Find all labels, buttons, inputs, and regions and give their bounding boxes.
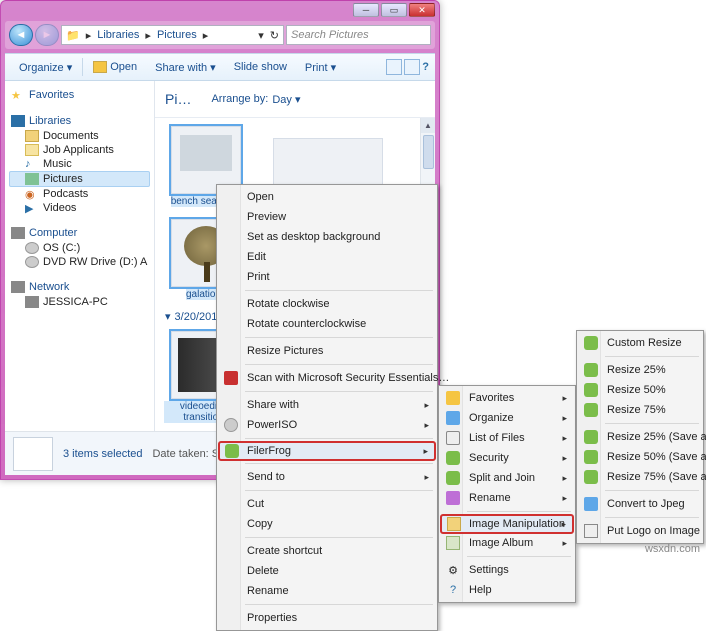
menu-put-logo[interactable]: Put Logo on Image (579, 521, 701, 541)
arrange-value[interactable]: Day ▾ (272, 93, 300, 106)
libraries-group[interactable]: Libraries (9, 113, 150, 129)
sidebar-item-osc[interactable]: OS (C:) (9, 241, 150, 255)
crumb-pictures[interactable]: Pictures (157, 29, 197, 41)
scroll-up-icon[interactable]: ▲ (421, 118, 435, 133)
menu-help[interactable]: ?Help (441, 580, 573, 600)
image-manip-submenu: Custom Resize Resize 25% Resize 50% Resi… (576, 330, 704, 544)
menu-image-manipulation[interactable]: Image Manipulation (441, 515, 573, 533)
menu-resize75[interactable]: Resize 75% (579, 400, 701, 420)
menu-print[interactable]: Print (219, 267, 435, 287)
open-button[interactable]: Open (85, 59, 145, 75)
library-title: Pi… (165, 91, 191, 107)
watermark: wsxdn.com (645, 543, 700, 555)
menu-custom-resize[interactable]: Custom Resize (579, 333, 701, 353)
menu-delete[interactable]: Delete (219, 561, 435, 581)
menu-resize50j[interactable]: Resize 50% (Save as Jpeg) (579, 447, 701, 467)
folder-icon: 📁 (66, 29, 80, 42)
menu-favorites[interactable]: Favorites (441, 388, 573, 408)
sidebar-item-jobapplicants[interactable]: Job Applicants (9, 143, 150, 157)
menu-list-of-files[interactable]: List of Files (441, 428, 573, 448)
menu-share-with[interactable]: Share with (219, 395, 435, 415)
sidebar-item-pictures[interactable]: Pictures (9, 171, 150, 187)
sidebar-item-documents[interactable]: Documents (9, 129, 150, 143)
menu-set-desktop[interactable]: Set as desktop background (219, 227, 435, 247)
share-button[interactable]: Share with ▾ (147, 59, 224, 76)
sidebar-item-music[interactable]: ♪Music (9, 157, 150, 171)
menu-security[interactable]: Security (441, 448, 573, 468)
close-button[interactable]: ✕ (409, 3, 435, 17)
view-options-icon[interactable] (386, 59, 402, 75)
sidebar-item-podcasts[interactable]: ◉Podcasts (9, 187, 150, 201)
nav-pane: ★Favorites Libraries Documents Job Appli… (5, 81, 155, 431)
refresh-icon[interactable]: ↻ (270, 29, 279, 42)
menu-convert-jpeg[interactable]: Convert to Jpeg (579, 494, 701, 514)
computer-group[interactable]: Computer (9, 225, 150, 241)
menu-image-album[interactable]: Image Album (441, 533, 573, 553)
menu-rotate-ccw[interactable]: Rotate counterclockwise (219, 314, 435, 334)
menu-resize25j[interactable]: Resize 25% (Save as Jpeg) (579, 427, 701, 447)
command-bar: Organize ▾ Open Share with ▾ Slide show … (5, 53, 435, 81)
menu-scan-mse[interactable]: Scan with Microsoft Security Essentials… (219, 368, 435, 388)
menu-open[interactable]: Open (219, 187, 435, 207)
scroll-thumb[interactable] (423, 135, 434, 169)
menu-rename2[interactable]: Rename (441, 488, 573, 508)
address-bar[interactable]: 📁 ▸ Libraries ▸ Pictures ▸ ▾ ↻ (61, 25, 284, 45)
menu-preview[interactable]: Preview (219, 207, 435, 227)
menu-create-shortcut[interactable]: Create shortcut (219, 541, 435, 561)
nav-bar: ◄ ► 📁 ▸ Libraries ▸ Pictures ▸ ▾ ↻ Searc… (5, 21, 435, 49)
status-count: 3 items selected (63, 448, 142, 460)
slideshow-button[interactable]: Slide show (226, 59, 295, 75)
search-input[interactable]: Search Pictures (286, 25, 431, 45)
back-button[interactable]: ◄ (9, 24, 33, 46)
sidebar-item-videos[interactable]: ▶Videos (9, 201, 150, 215)
sidebar-item-jessicapc[interactable]: JESSICA-PC (9, 295, 150, 309)
maximize-button[interactable]: ▭ (381, 3, 407, 17)
preview-pane-icon[interactable] (404, 59, 420, 75)
menu-organize[interactable]: Organize (441, 408, 573, 428)
menu-send-to[interactable]: Send to (219, 467, 435, 487)
menu-rotate-cw[interactable]: Rotate clockwise (219, 294, 435, 314)
network-group[interactable]: Network (9, 279, 150, 295)
menu-resize50[interactable]: Resize 50% (579, 380, 701, 400)
menu-poweriso[interactable]: PowerISO (219, 415, 435, 435)
menu-properties[interactable]: Properties (219, 608, 435, 628)
menu-copy[interactable]: Copy (219, 514, 435, 534)
status-thumb (13, 437, 53, 471)
print-button[interactable]: Print ▾ (297, 59, 344, 76)
crumb-libraries[interactable]: Libraries (97, 29, 139, 41)
menu-split-join[interactable]: Split and Join (441, 468, 573, 488)
filerfrog-submenu: Favorites Organize List of Files Securit… (438, 385, 576, 603)
favorites-group[interactable]: ★Favorites (9, 87, 150, 103)
menu-resize25[interactable]: Resize 25% (579, 360, 701, 380)
forward-button[interactable]: ► (35, 24, 59, 46)
menu-resize-pictures[interactable]: Resize Pictures (219, 341, 435, 361)
dropdown-icon[interactable]: ▾ (258, 29, 264, 42)
help-icon[interactable]: ? (422, 61, 429, 73)
context-menu: Open Preview Set as desktop background E… (216, 184, 438, 631)
menu-resize75j[interactable]: Resize 75% (Save as Jpeg) (579, 467, 701, 487)
titlebar: ─ ▭ ✕ (1, 1, 439, 21)
menu-filerfrog[interactable]: FilerFrog (219, 442, 435, 460)
menu-rename[interactable]: Rename (219, 581, 435, 601)
minimize-button[interactable]: ─ (353, 3, 379, 17)
menu-settings[interactable]: ⚙Settings (441, 560, 573, 580)
sidebar-item-dvd[interactable]: DVD RW Drive (D:) A (9, 255, 150, 269)
menu-cut[interactable]: Cut (219, 494, 435, 514)
arrange-label: Arrange by: (211, 93, 268, 105)
menu-edit[interactable]: Edit (219, 247, 435, 267)
organize-button[interactable]: Organize ▾ (11, 59, 80, 76)
